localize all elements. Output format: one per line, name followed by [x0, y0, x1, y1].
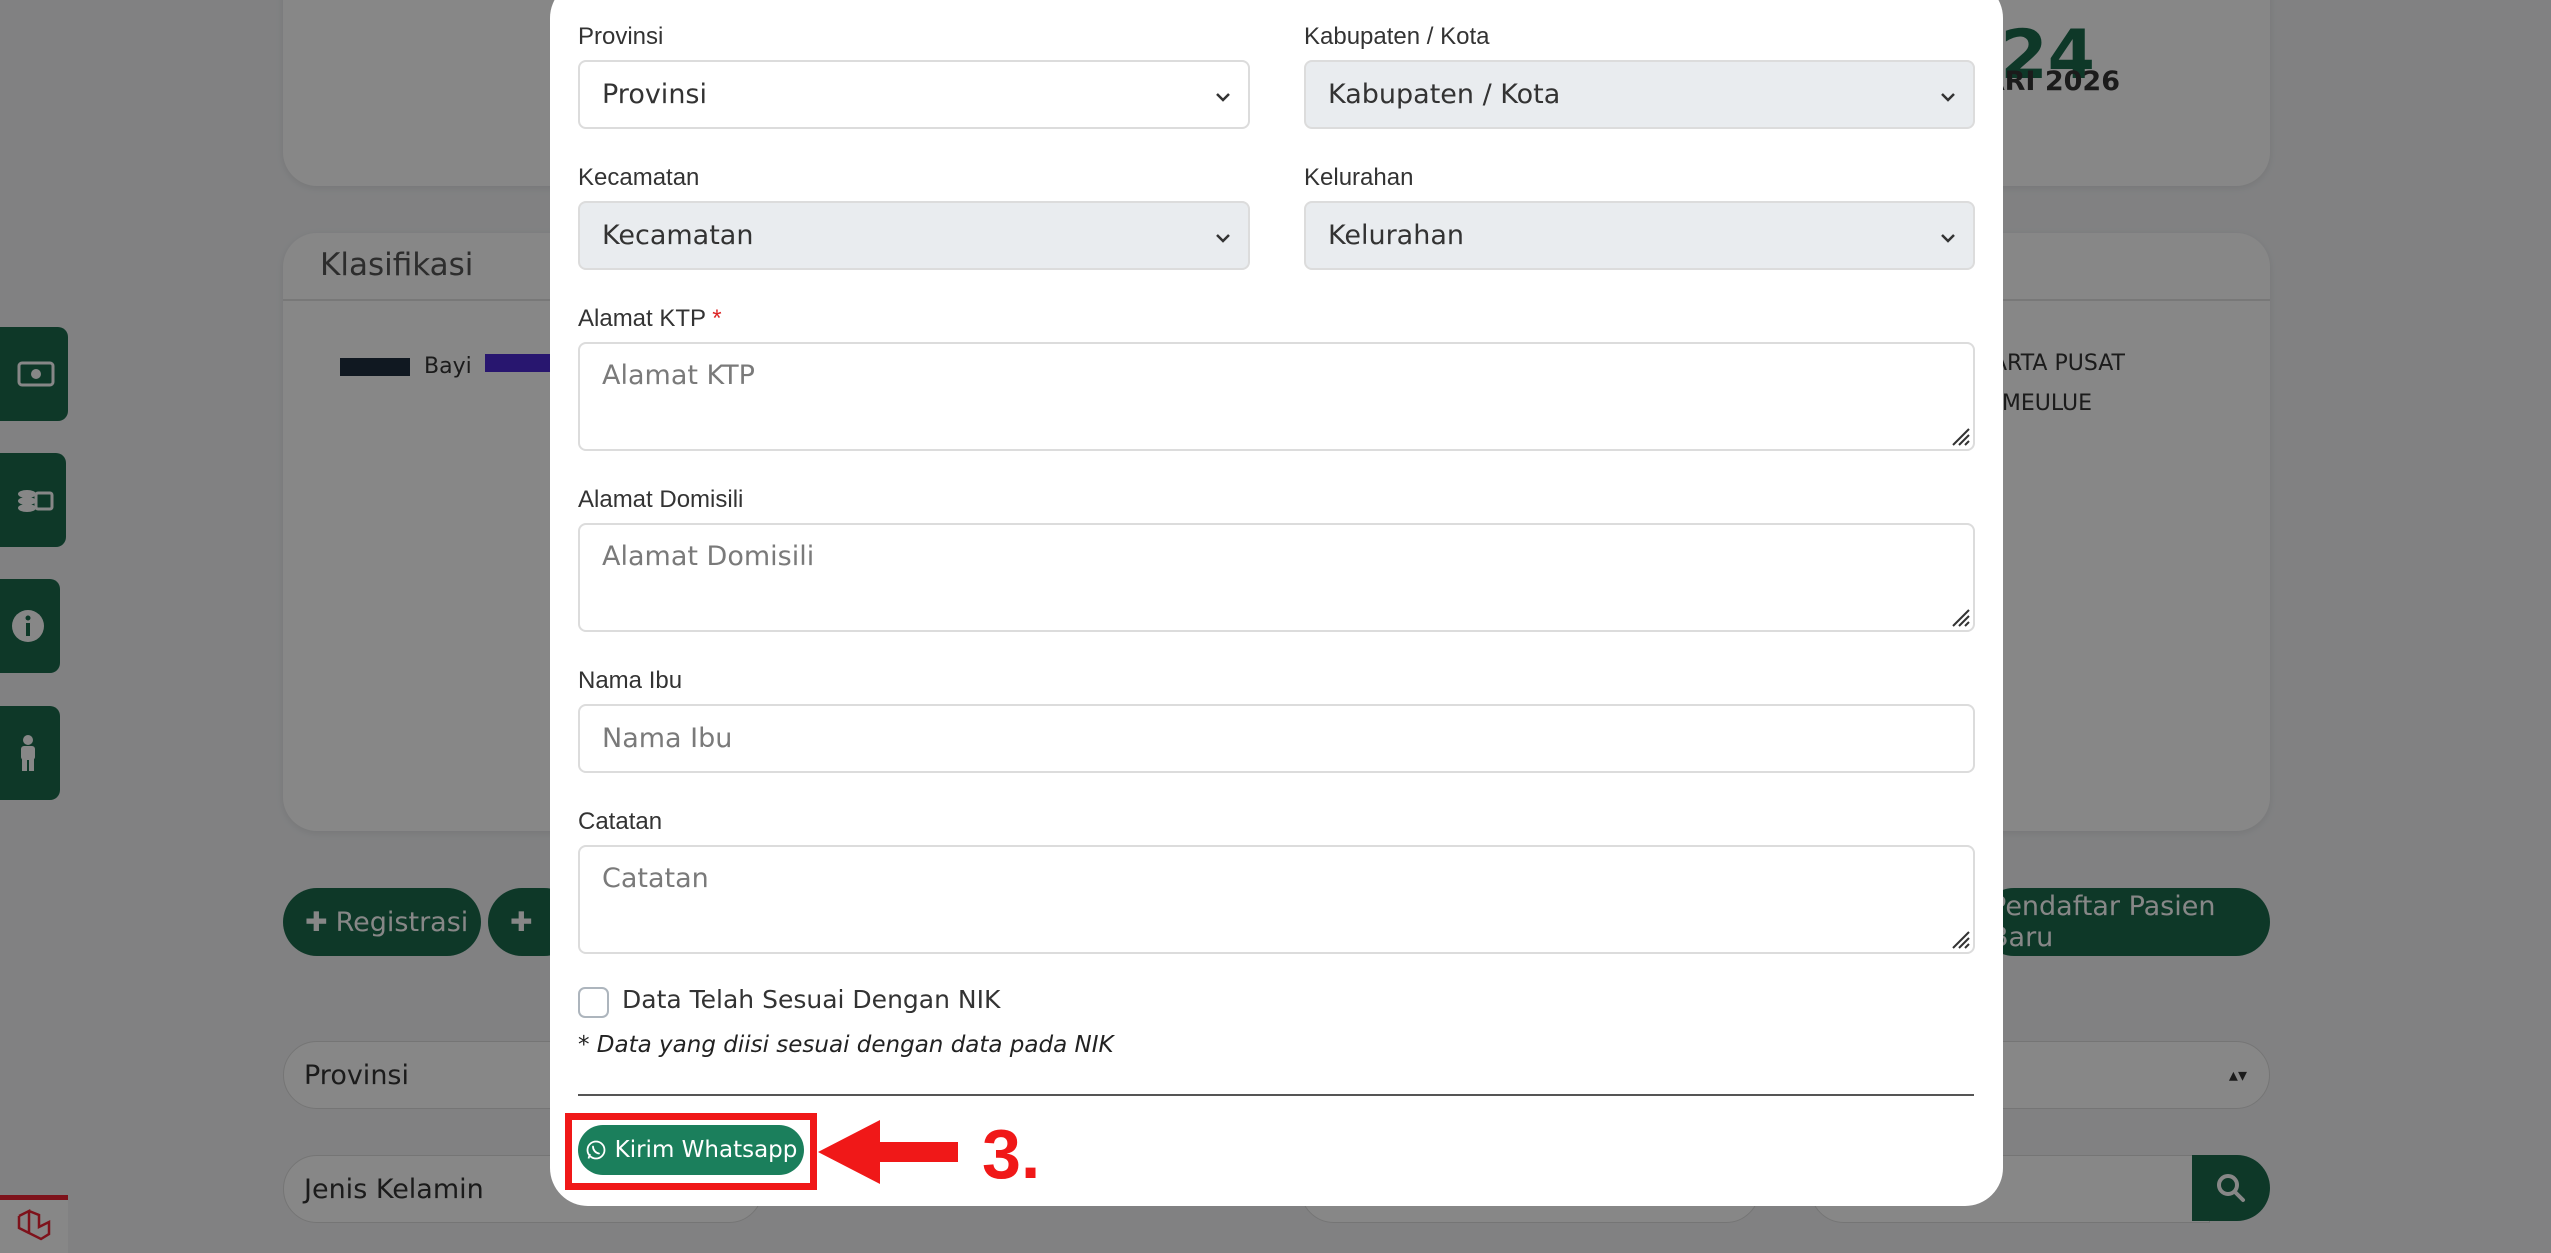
resize-grip-icon[interactable] — [1947, 926, 1971, 950]
kelurahan-select-value: Kelurahan — [1328, 220, 1465, 251]
chevron-down-icon — [1216, 234, 1230, 243]
kecamatan-label: Kecamatan — [578, 164, 700, 191]
kecamatan-select[interactable]: Kecamatan — [578, 201, 1250, 270]
required-mark: * — [712, 305, 722, 332]
kabupaten-label: Kabupaten / Kota — [1304, 23, 1490, 50]
nama-ibu-label: Nama Ibu — [578, 667, 683, 694]
annotation-step-label: 3. — [982, 1115, 1041, 1193]
catatan-label: Catatan — [578, 808, 663, 835]
chevron-down-icon — [1216, 93, 1230, 102]
catatan-placeholder: Catatan — [602, 863, 709, 894]
nik-note: * Data yang diisi sesuai dengan data pad… — [578, 1032, 1114, 1058]
kelurahan-select[interactable]: Kelurahan — [1304, 201, 1975, 270]
annotation-highlight-box — [565, 1113, 817, 1190]
kelurahan-label: Kelurahan — [1304, 164, 1414, 191]
modal-divider — [578, 1094, 1974, 1096]
nama-ibu-input[interactable]: Nama Ibu — [578, 704, 1975, 773]
provinsi-select-value: Provinsi — [602, 79, 707, 110]
kecamatan-select-value: Kecamatan — [602, 220, 754, 251]
alamat-domisili-label: Alamat Domisili — [578, 486, 744, 513]
alamat-ktp-label-text: Alamat KTP — [578, 305, 706, 332]
kabupaten-select-value: Kabupaten / Kota — [1328, 79, 1561, 110]
nik-confirm-checkbox[interactable] — [578, 987, 609, 1018]
nama-ibu-placeholder: Nama Ibu — [602, 723, 733, 754]
resize-grip-icon[interactable] — [1947, 423, 1971, 447]
alamat-domisili-textarea[interactable]: Alamat Domisili — [578, 523, 1975, 632]
kabupaten-select[interactable]: Kabupaten / Kota — [1304, 60, 1975, 129]
annotation-arrow-icon — [818, 1120, 958, 1184]
chevron-down-icon — [1941, 93, 1955, 102]
provinsi-label: Provinsi — [578, 23, 664, 50]
resize-grip-icon[interactable] — [1947, 604, 1971, 628]
nik-confirm-label[interactable]: Data Telah Sesuai Dengan NIK — [622, 985, 1000, 1014]
provinsi-select[interactable]: Provinsi — [578, 60, 1250, 129]
chevron-down-icon — [1941, 234, 1955, 243]
catatan-textarea[interactable]: Catatan — [578, 845, 1975, 954]
alamat-ktp-placeholder: Alamat KTP — [602, 360, 755, 391]
alamat-ktp-textarea[interactable]: Alamat KTP — [578, 342, 1975, 451]
alamat-ktp-label: Alamat KTP * — [578, 305, 722, 333]
alamat-domisili-placeholder: Alamat Domisili — [602, 541, 815, 572]
